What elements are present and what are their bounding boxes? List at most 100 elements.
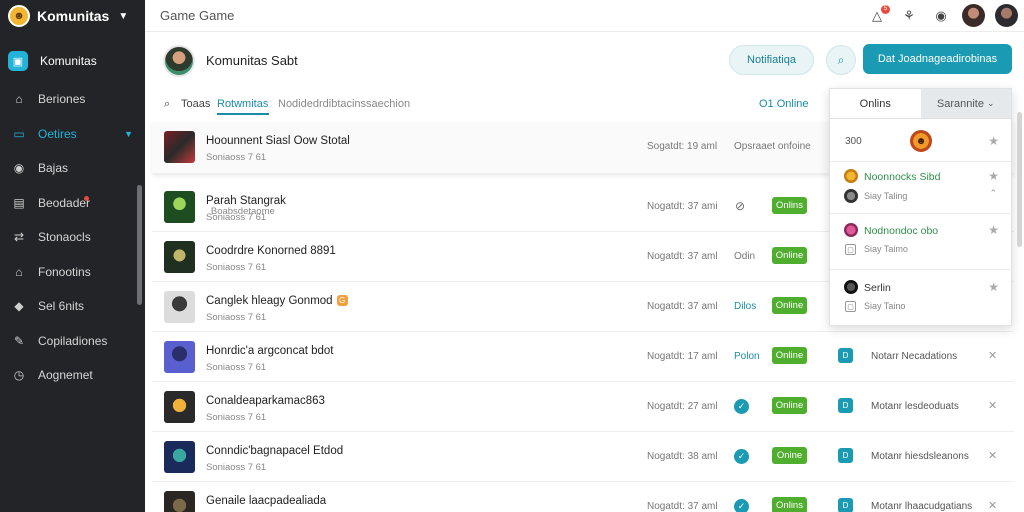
star-icon[interactable]: ★ bbox=[988, 223, 999, 237]
table-row[interactable]: Conndic'bagnapacel Etdod Soniaoss 7 61 N… bbox=[152, 432, 1014, 482]
notifications-button[interactable]: Notifiatiqa bbox=[729, 45, 814, 75]
sidebar-item-fonootins[interactable]: ⌂ Fonootins bbox=[0, 255, 145, 290]
panel-item-name[interactable]: Nodnondoc obo bbox=[864, 225, 938, 237]
close-icon[interactable]: ✕ bbox=[988, 499, 997, 512]
row-thumbnail bbox=[164, 341, 195, 373]
sidebar-item-label: Fonootins bbox=[38, 264, 91, 279]
sidebar-item-sel-6nits[interactable]: ◆ Sel 6nits bbox=[0, 289, 145, 324]
sidebar-item-oetires[interactable]: ▭ Oetires ▼ bbox=[0, 117, 145, 152]
bell-icon[interactable]: △ 5 bbox=[866, 4, 890, 27]
record-icon[interactable]: ◉ bbox=[930, 5, 952, 27]
link-icon[interactable]: ⊘ bbox=[735, 199, 745, 213]
panel-item-sub: Siay Taino bbox=[864, 301, 906, 311]
row-thumbnail bbox=[164, 391, 195, 423]
sidebar-item-label: Copiladiones bbox=[38, 333, 108, 348]
status-badge: Onlins bbox=[772, 497, 807, 512]
main-scrollbar[interactable] bbox=[1017, 112, 1022, 247]
table-row[interactable]: Genaile laacpadealiada Nogatdt: 37 aml ✓… bbox=[152, 482, 1014, 512]
sidebar-item-bajas[interactable]: ◉ Bajas bbox=[0, 151, 145, 186]
close-icon[interactable]: ✕ bbox=[988, 349, 997, 362]
user-avatar[interactable] bbox=[995, 4, 1018, 27]
share-icon[interactable]: ⚘ bbox=[898, 5, 920, 27]
avatar bbox=[844, 189, 858, 203]
sidebar-scrollbar[interactable] bbox=[137, 185, 142, 305]
tab-sort[interactable]: Sarannite ⌄ bbox=[920, 89, 1011, 118]
sidebar-item-stonaocls[interactable]: ⇄ Stonaocls bbox=[0, 220, 145, 255]
online-dropdown-panel: Onlins Sarannite ⌄ 300 ☻ ★ Noonnocks Sib… bbox=[829, 88, 1012, 326]
sidebar-nav: ▣ Komunitas ⌂ Beriones ▭ Oetires ▼ ◉ Baj… bbox=[0, 46, 145, 393]
row-note: Motanr lhaacudgatians bbox=[871, 501, 973, 512]
row-subtitle: Soniaoss 7 61 bbox=[206, 412, 267, 423]
notification-count: 5 bbox=[881, 4, 890, 14]
page-title: Komunitas Sabt bbox=[206, 53, 298, 68]
row-status-text: Odin bbox=[734, 251, 756, 262]
row-name: Hoounnent Siasl Oow Stotal bbox=[206, 135, 350, 147]
row-time: Nogatdt: 38 aml bbox=[647, 451, 718, 462]
search-icon[interactable]: ⌕ bbox=[164, 98, 170, 111]
online-filter[interactable]: O1 Online bbox=[759, 98, 809, 110]
topbar-actions: △ 5 ⚘ ◉ bbox=[866, 4, 1018, 27]
row-time: Nogatdt: 27 aml bbox=[647, 401, 718, 412]
star-icon[interactable]: ★ bbox=[988, 169, 999, 183]
row-thumbnail bbox=[164, 441, 195, 473]
tab-komunitas[interactable]: Rotwmitas bbox=[217, 98, 268, 110]
chevron-down-icon: ▼ bbox=[118, 10, 129, 22]
app-icon: ▣ bbox=[8, 51, 28, 71]
row-thumbnail bbox=[164, 191, 195, 223]
table-row[interactable]: Honrdic'a argconcat bdot Soniaoss 7 61 N… bbox=[152, 332, 1014, 382]
status-badge: Online bbox=[772, 397, 807, 414]
sidebar-item-label: Beodader bbox=[38, 195, 91, 210]
search-icon: ⌕ bbox=[837, 52, 845, 67]
row-subtitle: Soniaoss 7 61 bbox=[206, 362, 267, 373]
tab-other[interactable]: Nodidedrdibtacinssaechion bbox=[278, 98, 410, 110]
row-subtitle: Soniaoss 7 61 bbox=[206, 462, 267, 473]
tag-icon[interactable]: D bbox=[838, 498, 853, 512]
row-name: Genaile laacpadealiada bbox=[206, 495, 327, 507]
house-icon: ⌂ bbox=[15, 264, 23, 279]
message-icon: ▢ bbox=[845, 244, 856, 255]
sidebar-item-beodader[interactable]: ▤ Beodader bbox=[0, 186, 145, 221]
brand-logo-icon: ☻ bbox=[8, 5, 30, 27]
row-status-text: Dilos bbox=[734, 301, 757, 312]
panel-tabs: Onlins Sarannite ⌄ bbox=[830, 89, 1011, 119]
tab-online[interactable]: Onlins bbox=[830, 89, 921, 118]
shield-icon: ◆ bbox=[14, 299, 24, 314]
panel-item-name[interactable]: Noonnocks Sibd bbox=[864, 171, 940, 183]
star-icon[interactable]: ★ bbox=[988, 134, 999, 148]
panel-item-name[interactable]: Serlin bbox=[864, 282, 891, 294]
close-icon[interactable]: ✕ bbox=[988, 449, 997, 462]
community-avatar bbox=[163, 45, 195, 77]
row-subtitle: Soniaoss 7 61 bbox=[206, 152, 267, 163]
row-name: Honrdic'a argconcat bdot bbox=[206, 345, 334, 357]
community-header: Komunitas Sabt Notifiatiqa ⌕ Dat Joadnag… bbox=[145, 33, 1024, 93]
row-note: Motanr lesdeoduats bbox=[871, 401, 959, 412]
swap-icon: ⇄ bbox=[13, 230, 25, 245]
row-status-text: Polon bbox=[734, 351, 760, 362]
sidebar-item-beriones[interactable]: ⌂ Beriones bbox=[0, 82, 145, 117]
tag-icon[interactable]: D bbox=[838, 448, 853, 463]
tab-all[interactable]: Toaas bbox=[181, 98, 210, 110]
brand-switcher[interactable]: ☻ Komunitas ▼ bbox=[0, 0, 145, 32]
avatar[interactable] bbox=[962, 4, 985, 27]
brand-name: Komunitas bbox=[37, 8, 110, 24]
filter-tabs: ⌕ Toaas Rotwmitas Nodidedrdibtacinssaech… bbox=[145, 93, 825, 117]
tag-icon[interactable]: D bbox=[838, 348, 853, 363]
divider bbox=[830, 269, 1011, 270]
tag-icon[interactable]: D bbox=[838, 398, 853, 413]
search-button[interactable]: ⌕ bbox=[826, 45, 856, 75]
home-icon: ⌂ bbox=[15, 92, 23, 107]
table-row[interactable]: Conaldeaparkamac863 Soniaoss 7 61 Nogatd… bbox=[152, 382, 1014, 432]
avatar bbox=[844, 223, 858, 237]
sidebar-item-label: Komunitas bbox=[40, 54, 97, 68]
sidebar-item-label: Aognemet bbox=[38, 368, 93, 383]
row-note: Notarr Necadations bbox=[871, 351, 958, 362]
row-note: Motanr hiesdsleanons bbox=[871, 451, 969, 462]
close-icon[interactable]: ✕ bbox=[988, 399, 997, 412]
status-badge: Online bbox=[772, 247, 807, 264]
sidebar-item-aognemet[interactable]: ◷ Aognemet bbox=[0, 358, 145, 393]
row-time: Sogatdt: 19 aml bbox=[647, 141, 718, 152]
sidebar-item-copiladiones[interactable]: ✎ Copiladiones bbox=[0, 324, 145, 359]
primary-action-button[interactable]: Dat Joadnageadirobinas bbox=[863, 44, 1012, 74]
star-icon[interactable]: ★ bbox=[988, 280, 999, 294]
sidebar-item-komunitas[interactable]: ▣ Komunitas bbox=[0, 46, 145, 76]
